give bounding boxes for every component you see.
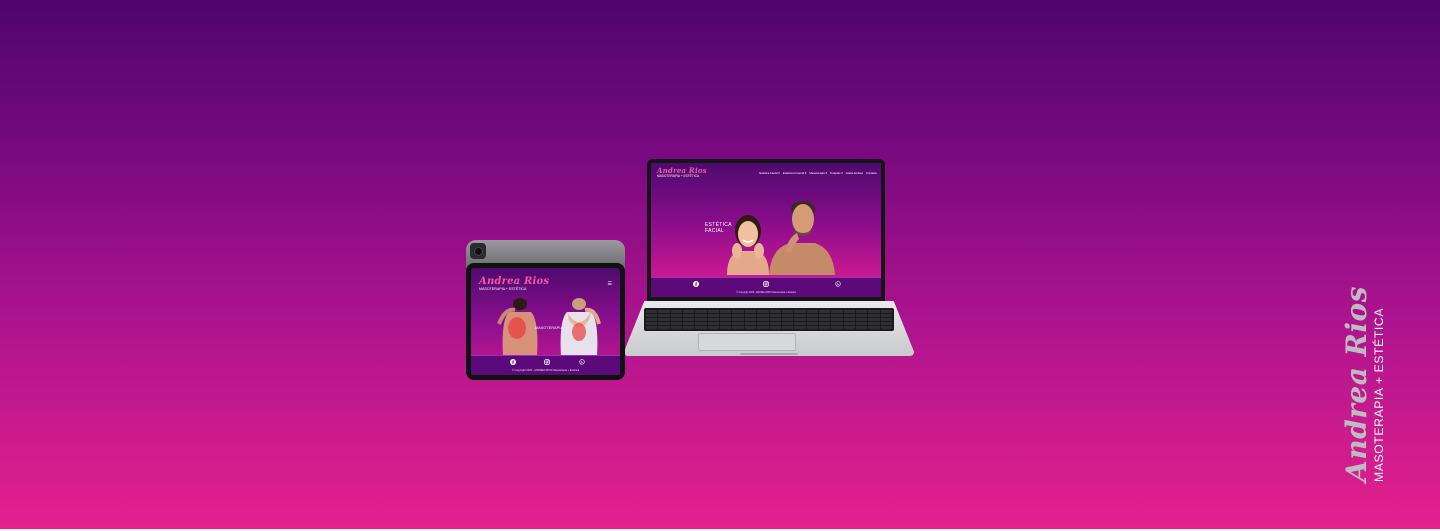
tablet-mockup: Andrea Rios MASOTERAPIA + ESTÉTICA ☰ MAS… xyxy=(466,263,625,380)
site-logo-name: Andrea Rios xyxy=(657,166,707,175)
tablet-site-logo[interactable]: Andrea Rios MASOTERAPIA + ESTÉTICA xyxy=(479,277,549,292)
tablet-logo-tagline: MASOTERAPIA + ESTÉTICA xyxy=(479,287,527,291)
hero-title-line2: FACIAL xyxy=(705,227,725,234)
site-logo[interactable]: Andrea Rios MASOTERAPIA + ESTÉTICA xyxy=(657,167,707,178)
laptop-lid: Andrea Rios MASOTERAPIA + ESTÉTICA Estét… xyxy=(647,159,885,301)
brand-logo-vertical: Andrea Rios MASOTERAPIA + ESTÉTICA xyxy=(1340,286,1392,482)
nav-item-masoterapia[interactable]: Masoterapia ▾ xyxy=(809,171,827,175)
facebook-icon[interactable] xyxy=(510,359,516,365)
tablet-logo-name: Andrea Rios xyxy=(479,276,550,287)
hamburger-menu-icon[interactable]: ☰ xyxy=(608,282,612,287)
brand-logo-rotated: Andrea Rios MASOTERAPIA + ESTÉTICA xyxy=(1340,286,1392,482)
copyright-text: © Copyright 2025 - ANDREA RIOS Masoterap… xyxy=(736,292,796,294)
hero-title: ESTÉTICA FACIAL xyxy=(705,222,732,234)
laptop-website-screen: Andrea Rios MASOTERAPIA + ESTÉTICA Estét… xyxy=(651,163,881,297)
nav-item-terapias[interactable]: Terapias ▾ xyxy=(830,171,843,175)
laptop-hinge-notch xyxy=(740,353,798,355)
brand-tagline: MASOTERAPIA + ESTÉTICA xyxy=(1372,307,1386,482)
camera-icon xyxy=(470,243,486,259)
site-footer: © Copyright 2025 - ANDREA RIOS Masoterap… xyxy=(651,277,881,297)
instagram-icon[interactable] xyxy=(763,281,769,287)
laptop-base xyxy=(624,301,914,356)
tablet-copyright-text: © Copyright 2025 - ANDREA RIOS Masoterap… xyxy=(511,369,580,372)
nav-item-gratis[interactable]: Gratis Andrea xyxy=(846,171,863,175)
site-nav-menu: Estética Facial ▾ Estética Corporal ▾ Ma… xyxy=(759,171,877,175)
whatsapp-icon[interactable] xyxy=(835,281,841,287)
tablet-site-footer: © Copyright 2025 - ANDREA RIOS Masoterap… xyxy=(471,355,620,375)
tablet-website-screen: Andrea Rios MASOTERAPIA + ESTÉTICA ☰ MAS… xyxy=(471,268,620,375)
nav-item-estetica-facial[interactable]: Estética Facial ▾ xyxy=(759,171,779,175)
hero-couple-image xyxy=(727,201,835,275)
instagram-icon[interactable] xyxy=(544,359,550,365)
facebook-icon[interactable] xyxy=(693,281,699,287)
brand-name: Andrea Rios xyxy=(1340,286,1373,482)
whatsapp-icon[interactable] xyxy=(579,359,585,365)
site-header: Andrea Rios MASOTERAPIA + ESTÉTICA Estét… xyxy=(651,163,881,181)
laptop-touchpad xyxy=(698,333,796,351)
nav-item-contacto[interactable]: Contacto xyxy=(866,171,877,175)
nav-item-estetica-corporal[interactable]: Estética Corporal ▾ xyxy=(783,171,807,175)
laptop-mockup: Andrea Rios MASOTERAPIA + ESTÉTICA Estét… xyxy=(624,159,914,359)
tablet-hero-title: MASOTERAPIA xyxy=(535,326,564,330)
laptop-keyboard xyxy=(644,308,894,331)
